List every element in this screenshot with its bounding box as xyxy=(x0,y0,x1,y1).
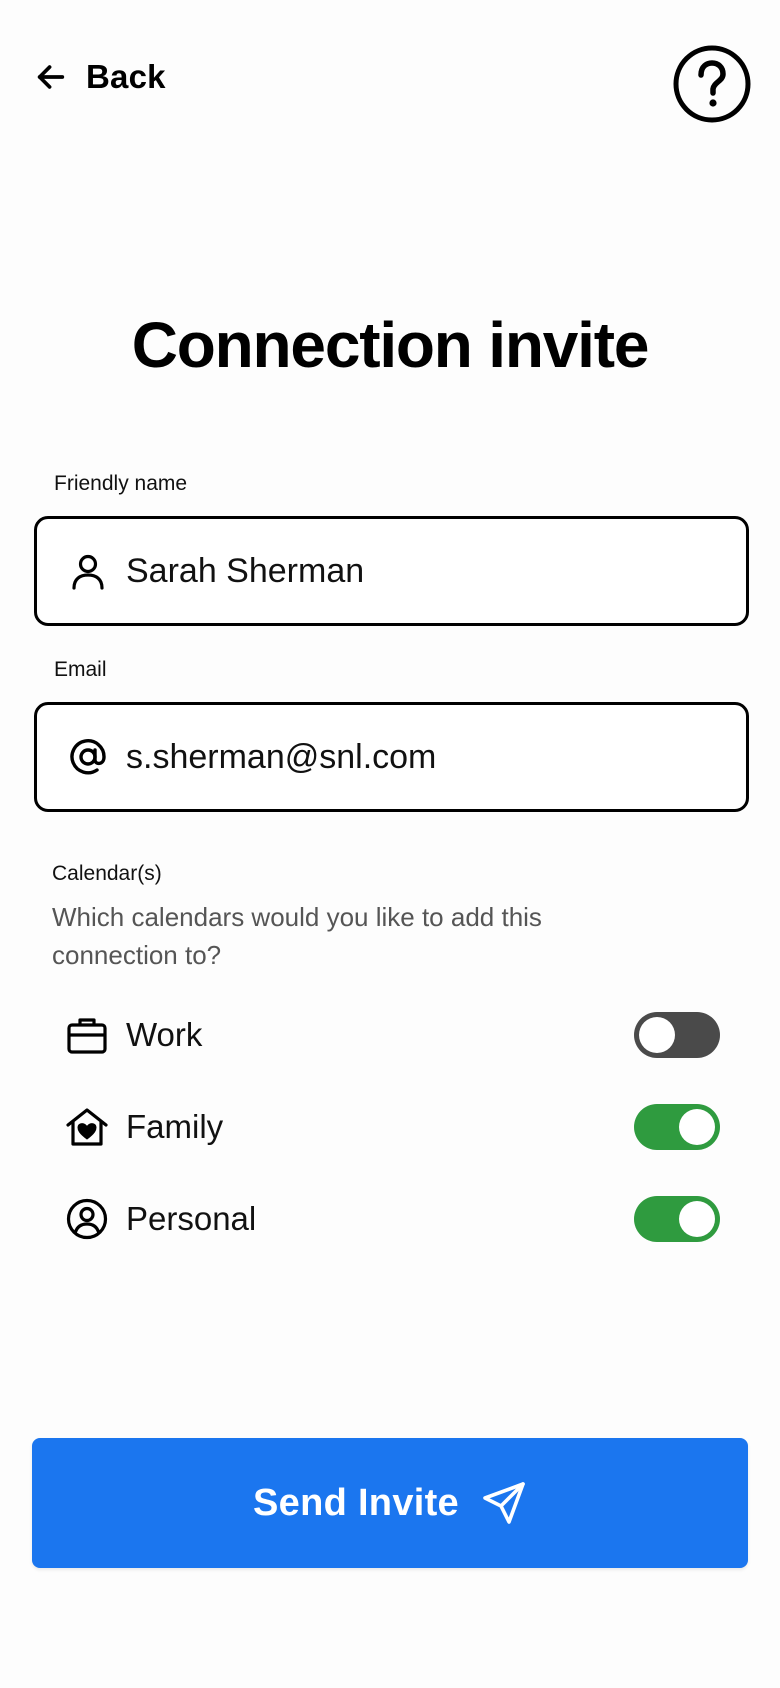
toggle-knob xyxy=(639,1017,675,1053)
calendar-item-work[interactable]: Work xyxy=(66,1005,720,1065)
send-invite-button[interactable]: Send Invite xyxy=(32,1438,748,1568)
calendars-description: Which calendars would you like to add th… xyxy=(52,902,542,970)
email-field[interactable] xyxy=(34,702,749,812)
toggle-knob xyxy=(679,1201,715,1237)
email-input[interactable] xyxy=(126,737,726,777)
calendar-label-family: Family xyxy=(126,1108,224,1145)
send-invite-label: Send Invite xyxy=(252,1481,459,1524)
friendly-name-label: Friendly name xyxy=(54,472,188,495)
back-button[interactable]: Back xyxy=(34,58,166,96)
connection-invite-screen: Back Connection invite Friendly name Ema… xyxy=(0,0,780,1688)
page-title: Connection invite xyxy=(131,309,650,381)
calendar-item-family[interactable]: Family xyxy=(66,1097,720,1157)
question-circle-icon xyxy=(673,45,751,123)
calendar-item-personal[interactable]: Personal xyxy=(66,1189,720,1249)
friendly-name-field[interactable] xyxy=(34,516,749,626)
back-label: Back xyxy=(86,58,166,95)
toggle-knob xyxy=(679,1109,715,1145)
work-toggle[interactable] xyxy=(634,1012,720,1058)
calendar-label-personal: Personal xyxy=(126,1200,257,1237)
user-icon xyxy=(72,554,104,590)
user-circle-icon xyxy=(66,1198,108,1240)
arrow-left-icon xyxy=(37,65,65,89)
home-heart-icon xyxy=(66,1108,108,1146)
send-icon xyxy=(483,1482,525,1524)
email-label: Email xyxy=(54,658,107,681)
friendly-name-input[interactable] xyxy=(126,551,726,591)
calendars-label: Calendar(s) xyxy=(52,862,162,885)
family-toggle[interactable] xyxy=(634,1104,720,1150)
at-sign-icon xyxy=(70,739,106,775)
briefcase-icon xyxy=(67,1018,107,1054)
personal-toggle[interactable] xyxy=(634,1196,720,1242)
calendar-label-work: Work xyxy=(126,1016,203,1053)
help-button[interactable] xyxy=(672,44,752,124)
